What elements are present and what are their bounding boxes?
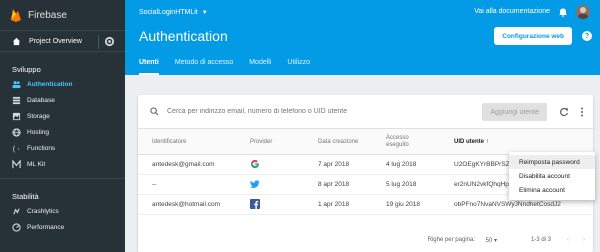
people-icon (12, 80, 21, 89)
cell-signed-in: 5 lug 2018 (386, 181, 417, 188)
cell-identifier: -- (152, 181, 157, 188)
section-sviluppo: Sviluppo (12, 64, 41, 74)
bell-icon[interactable] (558, 7, 568, 17)
tab-users[interactable]: Utenti (139, 57, 159, 75)
header-created[interactable]: Data creazione (318, 139, 358, 145)
menu-item-delete-account[interactable]: Elimina account (509, 183, 595, 197)
sidebar-item-label: Crashlytics (27, 207, 59, 215)
tab-templates[interactable]: Modelli (249, 57, 271, 75)
sidebar-item-label: ML Kit (27, 160, 46, 168)
tabs: Utenti Metodo di accesso Modelli Utilizz… (139, 57, 326, 75)
home-icon (12, 37, 21, 45)
cell-created: 8 apr 2018 (318, 181, 350, 188)
sidebar-item-label: Authentication (27, 80, 73, 88)
page-title: Authentication (139, 28, 228, 44)
sidebar-item-performance[interactable]: Performance (0, 219, 125, 235)
section-stabilita: Stabilità (12, 191, 39, 201)
search-input[interactable] (167, 108, 447, 115)
sidebar-item-label: Database (27, 96, 55, 104)
sidebar: Firebase Project Overview Sviluppo Authe… (0, 0, 125, 252)
header-uid[interactable]: UID utente ↑ (454, 139, 489, 145)
chevron-down-icon[interactable]: ▼ (202, 10, 208, 16)
menu-item-reset-password[interactable]: Reimposta password (509, 155, 595, 169)
header-provider: Provider (250, 138, 273, 145)
header-signed-in-line1: Accesso (386, 134, 409, 141)
sidebar-item-storage[interactable]: Storage (0, 108, 125, 124)
google-icon (250, 159, 260, 171)
sidebar-item-label: Storage (27, 112, 50, 120)
chevron-right-icon[interactable]: › (583, 237, 585, 243)
storage-icon (12, 112, 21, 121)
cell-signed-in: 19 giu 2018 (386, 201, 420, 208)
page-range: 1-3 di 3 (530, 237, 551, 243)
svg-text:(·): (·) (12, 146, 21, 153)
help-icon[interactable]: ? (582, 31, 592, 41)
tab-usage[interactable]: Utilizzo (287, 57, 310, 75)
more-vert-icon[interactable] (579, 107, 585, 117)
cell-uid: obPFno7NvaNVSWyJNndhetCosdJ2 (454, 201, 561, 208)
rows-per-page-label: Righe per pagina: (427, 237, 475, 243)
add-user-button[interactable]: Aggiungi utente (482, 103, 547, 121)
project-selector[interactable]: SocialLoginHTMLit (139, 9, 198, 16)
brand[interactable]: Firebase (0, 0, 125, 30)
sidebar-item-mlkit[interactable]: ML Kit (0, 156, 125, 172)
search-bar: Aggiungi utente (138, 95, 593, 129)
sidebar-item-functions[interactable]: (·) Functions (0, 140, 125, 156)
project-overview-label: Project Overview (29, 37, 82, 45)
docs-link[interactable]: Vai alla documentazione (474, 8, 550, 15)
header-signed-in-line2: eseguito (386, 141, 409, 148)
mlkit-icon (12, 159, 21, 169)
sidebar-item-label: Performance (27, 223, 65, 231)
facebook-icon (250, 198, 260, 211)
sidebar-item-label: Functions (27, 144, 56, 152)
menu-item-disable-account[interactable]: Disabilita account (509, 169, 595, 183)
cell-identifier: antedesk@gmail.com (152, 161, 215, 168)
database-icon (12, 96, 21, 105)
sidebar-item-hosting[interactable]: Hosting (0, 124, 125, 140)
twitter-icon (250, 179, 260, 191)
rows-per-page-select[interactable]: 50 ▾ (486, 237, 497, 244)
brand-name: Firebase (28, 9, 67, 21)
divider (0, 178, 125, 179)
performance-icon (12, 222, 21, 232)
sidebar-item-authentication[interactable]: Authentication (0, 76, 125, 92)
cell-uid: er2nUN2vkfQhqHp (454, 181, 509, 188)
cell-signed-in: 4 lug 2018 (386, 161, 417, 168)
row-actions-menu: Reimposta password Disabilita account El… (509, 152, 595, 200)
search-icon (150, 107, 159, 116)
sidebar-item-database[interactable]: Database (0, 92, 125, 108)
refresh-icon[interactable] (559, 107, 569, 117)
header-identifier[interactable]: Identificatore (152, 139, 186, 145)
rows-per-page-value: 50 (485, 237, 493, 244)
web-config-button[interactable]: Configurazione web (494, 27, 572, 45)
globe-icon (12, 127, 21, 137)
page-header: SocialLoginHTMLit ▼ Vai alla documentazi… (125, 0, 600, 75)
firebase-logo-icon (11, 9, 21, 22)
divider (98, 35, 99, 49)
avatar[interactable] (576, 5, 590, 19)
chevron-left-icon[interactable]: ‹ (567, 237, 569, 243)
sidebar-item-crashlytics[interactable]: Crashlytics (0, 203, 125, 219)
cell-identifier: antedesk@hotmail.com (152, 201, 221, 208)
crashlytics-icon (12, 207, 21, 216)
header-signed-in[interactable]: Accesso eseguito (386, 135, 409, 149)
tab-sign-in-method[interactable]: Metodo di accesso (175, 57, 233, 75)
cell-uid: U2OEgKYrBBPrSZK (454, 161, 514, 168)
project-overview[interactable]: Project Overview (0, 30, 125, 52)
cell-created: 1 apr 2018 (318, 201, 350, 208)
topbar: SocialLoginHTMLit ▼ Vai alla documentazi… (125, 0, 600, 25)
gear-icon[interactable] (104, 36, 115, 47)
pagination: Righe per pagina: 50 ▾ 1-3 di 3 ‹ › (138, 228, 593, 252)
cell-created: 7 apr 2018 (318, 161, 350, 168)
functions-icon: (·) (12, 144, 21, 153)
sidebar-item-label: Hosting (27, 128, 50, 136)
